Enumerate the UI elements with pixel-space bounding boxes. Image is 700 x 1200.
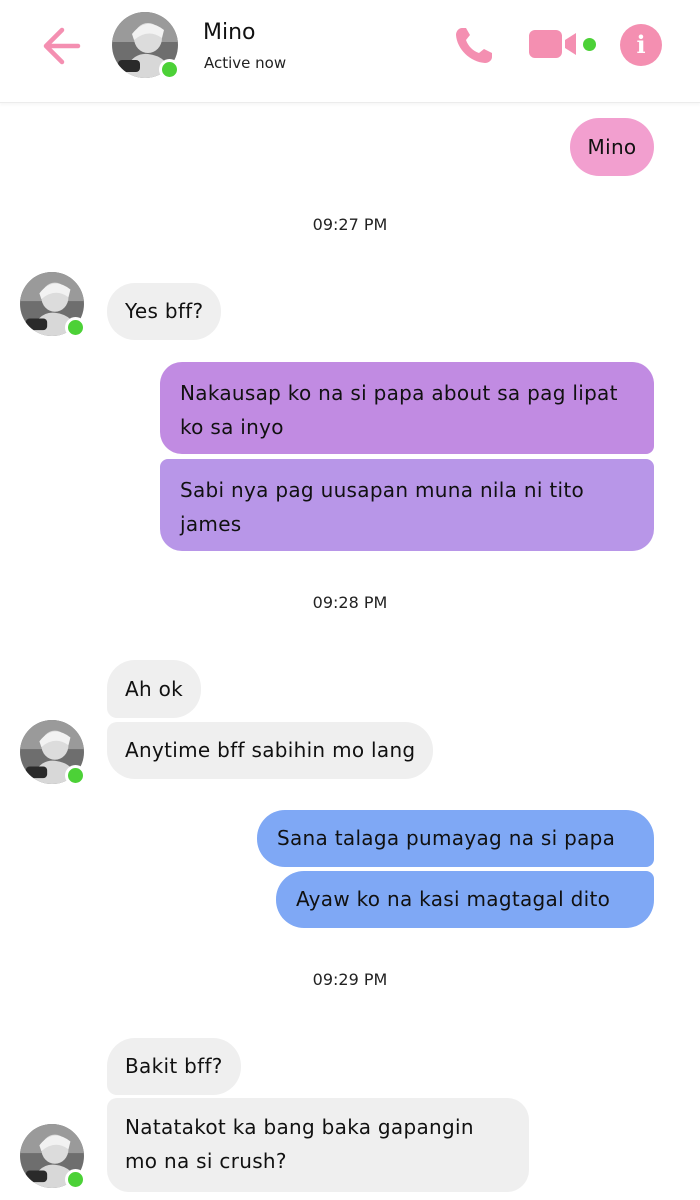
contact-name[interactable]: Mino [203,20,256,45]
contact-status: Active now [204,54,287,72]
online-indicator [65,317,86,338]
message-incoming[interactable]: Ah ok [107,660,202,718]
phone-icon [456,28,492,63]
video-call-button[interactable] [528,28,580,60]
back-arrow-icon [43,27,81,65]
message-outgoing[interactable]: Nakausap ko na si papa about sa pag lipa… [160,362,654,454]
sender-avatar[interactable] [20,272,86,338]
message-incoming[interactable]: Yes bff? [107,283,222,340]
message-outgoing[interactable]: Sabi nya pag uusapan muna nila ni tito j… [160,459,654,551]
message-incoming[interactable]: Bakit bff? [107,1038,241,1095]
online-indicator [65,765,86,786]
chat-header: Mino Active now i [0,0,700,103]
message-outgoing[interactable]: Ayaw ko na kasi magtagal dito [276,871,654,928]
timestamp: 09:27 PM [312,215,388,234]
sender-avatar[interactable] [20,720,86,786]
message-outgoing[interactable]: Mino [570,118,654,176]
message-outgoing[interactable]: Sana talaga pumayag na si papa [257,810,654,867]
info-button[interactable]: i [620,24,662,66]
online-indicator [159,59,180,80]
contact-avatar[interactable] [112,12,180,80]
online-indicator [65,1169,86,1190]
message-incoming[interactable]: Anytime bff sabihin mo lang [107,722,434,779]
timestamp: 09:28 PM [312,593,388,612]
sender-avatar[interactable] [20,1124,86,1190]
back-button[interactable] [40,24,86,68]
video-camera-icon [529,30,576,58]
timestamp: 09:29 PM [312,970,388,989]
message-incoming[interactable]: Natatakot ka bang baka gapangin mo na si… [107,1098,529,1192]
video-online-indicator [583,38,596,51]
info-icon: i [636,30,646,59]
call-button[interactable] [453,24,497,66]
